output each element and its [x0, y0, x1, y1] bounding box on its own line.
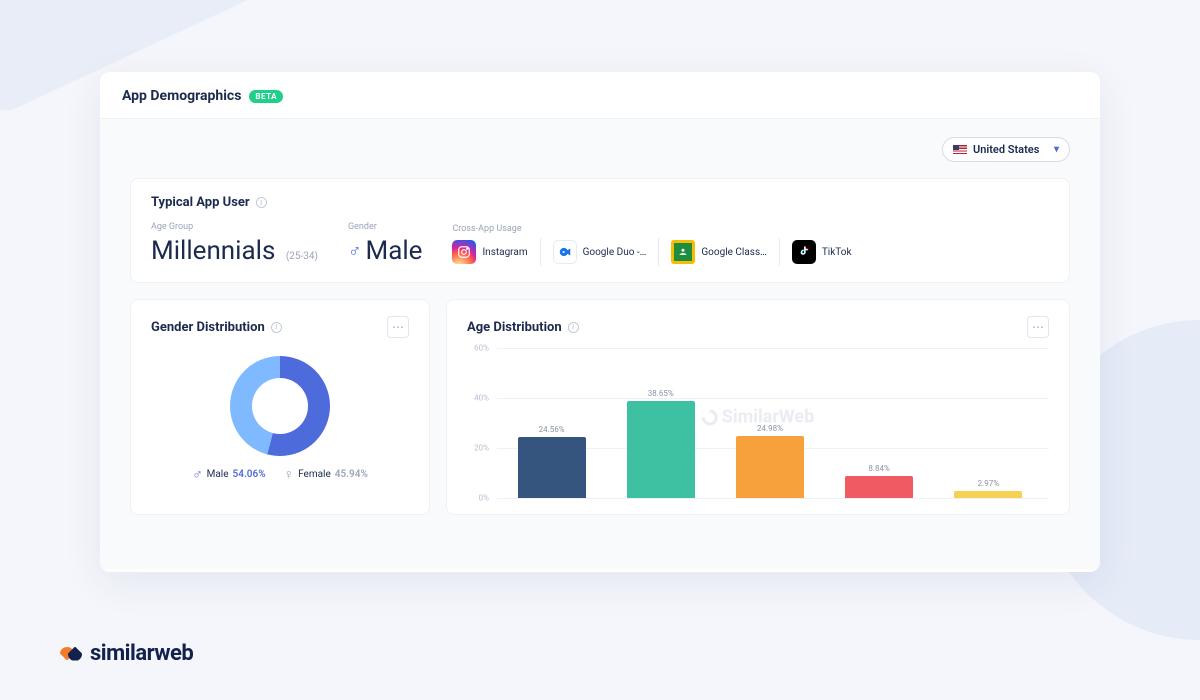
- y-tick-label: 20%: [474, 444, 489, 453]
- info-icon[interactable]: i: [568, 322, 579, 333]
- y-tick-label: 60%: [474, 344, 489, 353]
- bar-column: 38.65%: [627, 389, 695, 498]
- chevron-down-icon: ▾: [1054, 144, 1059, 155]
- info-icon[interactable]: i: [271, 322, 282, 333]
- bar-column: 24.56%: [518, 425, 586, 498]
- y-tick-label: 40%: [474, 394, 489, 403]
- cross-app-field: Cross-App Usage Instagram: [452, 224, 1049, 266]
- bar-value-label: 8.84%: [868, 464, 889, 473]
- app-google-classroom[interactable]: Google Class…: [671, 240, 766, 264]
- tiktok-icon: [792, 240, 816, 264]
- gender-distribution-card: Gender Distribution i ⋯ ♂ Male 54.06% ♀: [130, 299, 430, 515]
- bar: [518, 437, 586, 498]
- age-group-field: Age Group Millennials (25-34): [151, 222, 318, 266]
- bar-column: 8.84%: [845, 464, 913, 498]
- more-menu-button[interactable]: ⋯: [1027, 316, 1049, 338]
- app-label: Google Class…: [701, 247, 766, 258]
- bar-column: 2.97%: [954, 479, 1022, 498]
- typical-user-card: Typical App User i Age Group Millennials…: [130, 178, 1070, 283]
- age-group-label: Age Group: [151, 222, 318, 232]
- age-card-title: Age Distribution i: [467, 320, 579, 335]
- page-title: App Demographics: [122, 88, 241, 104]
- brand-logo: similarweb: [60, 641, 193, 666]
- divider: [658, 238, 659, 266]
- flag-us-icon: [953, 145, 967, 155]
- google-duo-icon: [553, 240, 577, 264]
- bar-value-label: 24.56%: [539, 425, 565, 434]
- panel-header: App Demographics BETA: [100, 72, 1100, 119]
- app-google-duo[interactable]: Google Duo -…: [553, 240, 647, 264]
- divider: [779, 238, 780, 266]
- more-menu-button[interactable]: ⋯: [387, 316, 409, 338]
- bar: [736, 436, 804, 498]
- y-tick-label: 0%: [479, 494, 489, 503]
- country-select[interactable]: United States ▾: [942, 137, 1070, 162]
- gender-card-title: Gender Distribution i: [151, 320, 282, 335]
- app-label: Google Duo -…: [583, 247, 647, 258]
- bar: [627, 401, 695, 498]
- typical-user-title: Typical App User i: [151, 195, 1049, 210]
- country-select-label: United States: [973, 143, 1039, 156]
- instagram-icon: [452, 240, 476, 264]
- demographics-panel: App Demographics BETA United States ▾ Ty…: [100, 72, 1100, 572]
- male-symbol-icon: ♂: [192, 466, 203, 483]
- divider: [540, 238, 541, 266]
- age-group-value: Millennials (25-34): [151, 236, 318, 266]
- bar-value-label: 24.98%: [757, 424, 783, 433]
- bar-column: 24.98%: [736, 424, 804, 498]
- gender-field: Gender ♂ Male: [348, 222, 422, 266]
- gender-label: Gender: [348, 222, 422, 232]
- gender-value: ♂ Male: [348, 236, 422, 266]
- gender-legend: ♂ Male 54.06% ♀ Female 45.94%: [151, 466, 409, 483]
- female-symbol-icon: ♀: [284, 466, 295, 483]
- brand-text: similarweb: [90, 641, 193, 666]
- app-label: TikTok: [822, 247, 852, 258]
- google-classroom-icon: [671, 240, 695, 264]
- info-icon[interactable]: i: [256, 197, 267, 208]
- legend-male: ♂ Male 54.06%: [192, 466, 265, 483]
- gender-donut-chart: [230, 356, 330, 456]
- cross-app-label: Cross-App Usage: [452, 224, 1049, 234]
- similarweb-mark-icon: [60, 643, 82, 665]
- app-tiktok[interactable]: TikTok: [792, 240, 852, 264]
- legend-female: ♀ Female 45.94%: [284, 466, 368, 483]
- male-symbol-icon: ♂: [348, 241, 362, 262]
- app-label: Instagram: [482, 247, 527, 258]
- bar: [845, 476, 913, 498]
- age-distribution-card: Age Distribution i ⋯ 0%20%40%60% Similar…: [446, 299, 1070, 515]
- app-instagram[interactable]: Instagram: [452, 240, 527, 264]
- bar-value-label: 38.65%: [648, 389, 674, 398]
- bar: [954, 491, 1022, 498]
- panel-body: United States ▾ Typical App User i Age G…: [100, 119, 1100, 569]
- beta-badge: BETA: [249, 90, 283, 103]
- age-bar-chart: 0%20%40%60% SimilarWeb 24.56%38.65%24.98…: [467, 348, 1049, 498]
- bar-value-label: 2.97%: [978, 479, 999, 488]
